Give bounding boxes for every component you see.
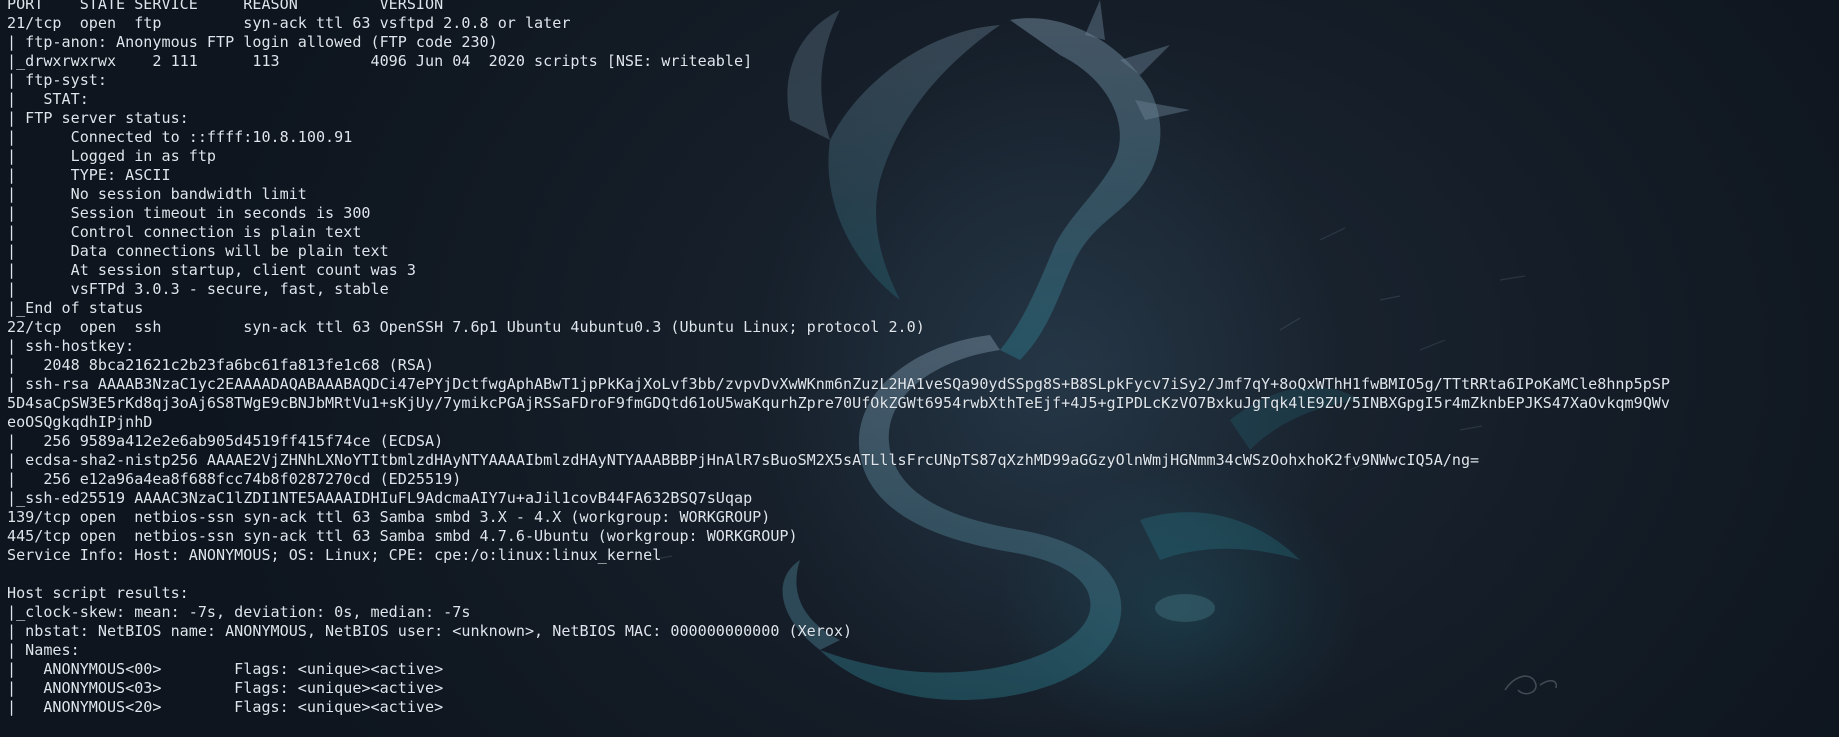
terminal-line: | ftp-syst: bbox=[7, 71, 117, 89]
terminal-line: | ANONYMOUS<03> Flags: <unique><active> bbox=[7, 679, 444, 697]
terminal-line: | ecdsa-sha2-nistp256 AAAAE2VjZHNhLXNoYT… bbox=[7, 451, 1480, 469]
terminal-line: | Names: bbox=[7, 641, 80, 659]
terminal-line: | TYPE: ASCII bbox=[7, 166, 171, 184]
terminal-line: | ssh-hostkey: bbox=[7, 337, 144, 355]
terminal-line: | ssh-rsa AAAAB3NzaC1yc2EAAAADAQABAAABAQ… bbox=[7, 375, 1670, 393]
terminal-line: | STAT: bbox=[7, 90, 98, 108]
terminal-line: |_ssh-ed25519 AAAAC3NzaC1lZDI1NTE5AAAAID… bbox=[7, 489, 753, 507]
terminal-line: | ANONYMOUS<20> Flags: <unique><active> bbox=[7, 698, 444, 716]
terminal-line: | Session timeout in seconds is 300 bbox=[7, 204, 371, 222]
terminal-line: 445/tcp open netbios-ssn syn-ack ttl 63 … bbox=[7, 527, 798, 545]
terminal-line: 5D4saCpSW3E5rKd8qj3oAj6S8TWgE9cBNJbMRtVu… bbox=[7, 394, 1670, 412]
terminal-output[interactable]: PORT STATE SERVICE REASON VERSION 21/tcp… bbox=[7, 0, 1670, 736]
terminal-line: eoOSQgkqdhIPjnhD bbox=[7, 413, 153, 431]
terminal-line: | nbstat: NetBIOS name: ANONYMOUS, NetBI… bbox=[7, 622, 853, 640]
terminal-line: |_drwxrwxrwx 2 111 113 4096 Jun 04 2020 … bbox=[7, 52, 753, 70]
terminal-line: | At session startup, client count was 3 bbox=[7, 261, 416, 279]
terminal-line: | FTP server status: bbox=[7, 109, 189, 127]
terminal-window[interactable]: PORT STATE SERVICE REASON VERSION 21/tcp… bbox=[0, 0, 1839, 737]
terminal-line: | Connected to ::ffff:10.8.100.91 bbox=[7, 128, 353, 146]
terminal-line: | 256 9589a412e2e6ab905d4519ff415f74ce (… bbox=[7, 432, 444, 450]
terminal-line: | No session bandwidth limit bbox=[7, 185, 307, 203]
terminal-line: 139/tcp open netbios-ssn syn-ack ttl 63 … bbox=[7, 508, 771, 526]
terminal-line: | ANONYMOUS<00> Flags: <unique><active> bbox=[7, 660, 444, 678]
terminal-line: 22/tcp open ssh syn-ack ttl 63 OpenSSH 7… bbox=[7, 318, 925, 336]
terminal-line: | 2048 8bca21621c2b23fa6bc61fa813fe1c68 … bbox=[7, 356, 435, 374]
terminal-line: | 256 e12a96a4ea8f688fcc74b8f0287270cd (… bbox=[7, 470, 462, 488]
terminal-line: Service Info: Host: ANONYMOUS; OS: Linux… bbox=[7, 546, 662, 564]
terminal-line: 21/tcp open ftp syn-ack ttl 63 vsftpd 2.… bbox=[7, 14, 571, 32]
terminal-line: | Logged in as ftp bbox=[7, 147, 217, 165]
terminal-line: |_End of status bbox=[7, 299, 144, 317]
terminal-line: | ftp-anon: Anonymous FTP login allowed … bbox=[7, 33, 498, 51]
terminal-line: | Data connections will be plain text bbox=[7, 242, 389, 260]
terminal-line: | Control connection is plain text bbox=[7, 223, 362, 241]
terminal-line: PORT STATE SERVICE REASON VERSION bbox=[7, 0, 444, 13]
terminal-line: | vsFTPd 3.0.3 - secure, fast, stable bbox=[7, 280, 389, 298]
terminal-line: |_clock-skew: mean: -7s, deviation: 0s, … bbox=[7, 603, 471, 621]
terminal-line: Host script results: bbox=[7, 584, 189, 602]
